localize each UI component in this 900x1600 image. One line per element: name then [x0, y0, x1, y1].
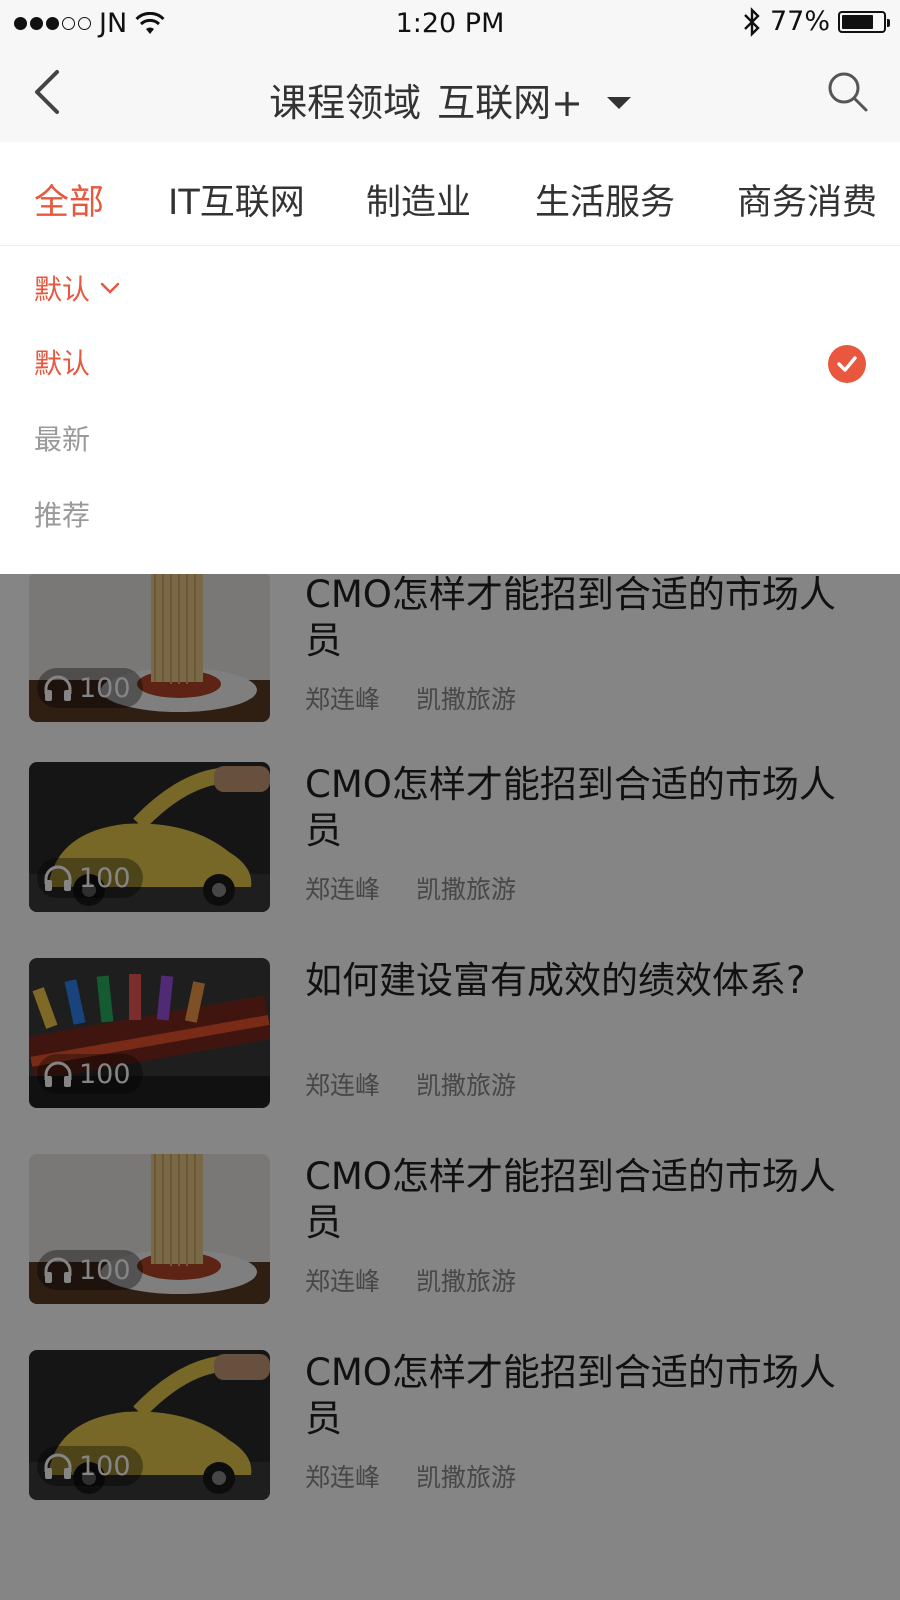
status-bar: JN 1:20 PM 77% — [0, 0, 900, 46]
tab-manufacturing[interactable]: 制造业 — [366, 174, 471, 225]
sort-current-label: 默认 — [34, 273, 91, 306]
sort-option-latest[interactable]: 最新 — [34, 418, 90, 458]
tab-it-internet[interactable]: IT互联网 — [168, 174, 305, 225]
bluetooth-icon — [744, 6, 760, 37]
checkmark-icon — [828, 345, 866, 383]
sort-option-default[interactable]: 默认 — [34, 342, 90, 382]
screen: JN 1:20 PM 77% 课程领域 互联网+ 全部 IT互联网 制造业 生活… — [0, 0, 900, 1600]
sort-dropdown: 默认 默认 最新 推荐 — [0, 246, 900, 574]
caret-down-icon — [606, 96, 631, 109]
tab-business-consumer[interactable]: 商务消费 — [737, 174, 877, 225]
sort-option-recommended[interactable]: 推荐 — [34, 494, 90, 534]
chevron-down-icon — [100, 282, 120, 294]
tab-life-services[interactable]: 生活服务 — [535, 174, 675, 225]
search-icon — [828, 72, 868, 112]
tab-all[interactable]: 全部 — [34, 174, 104, 225]
search-button[interactable] — [824, 68, 872, 116]
sort-toggle[interactable]: 默认 — [34, 268, 120, 308]
category-tabs: 全部 IT互联网 制造业 生活服务 商务消费 — [0, 142, 900, 246]
battery-percent: 77% — [769, 6, 830, 37]
domain-selector[interactable]: 课程领域 互联网+ — [0, 72, 900, 127]
battery-icon — [838, 10, 890, 33]
nav-bar: 课程领域 互联网+ — [0, 46, 900, 142]
status-right: 77% — [742, 6, 890, 37]
selected-domain: 互联网+ — [437, 81, 583, 125]
battery-level — [842, 14, 873, 29]
page-title: 课程领域 — [269, 81, 422, 125]
